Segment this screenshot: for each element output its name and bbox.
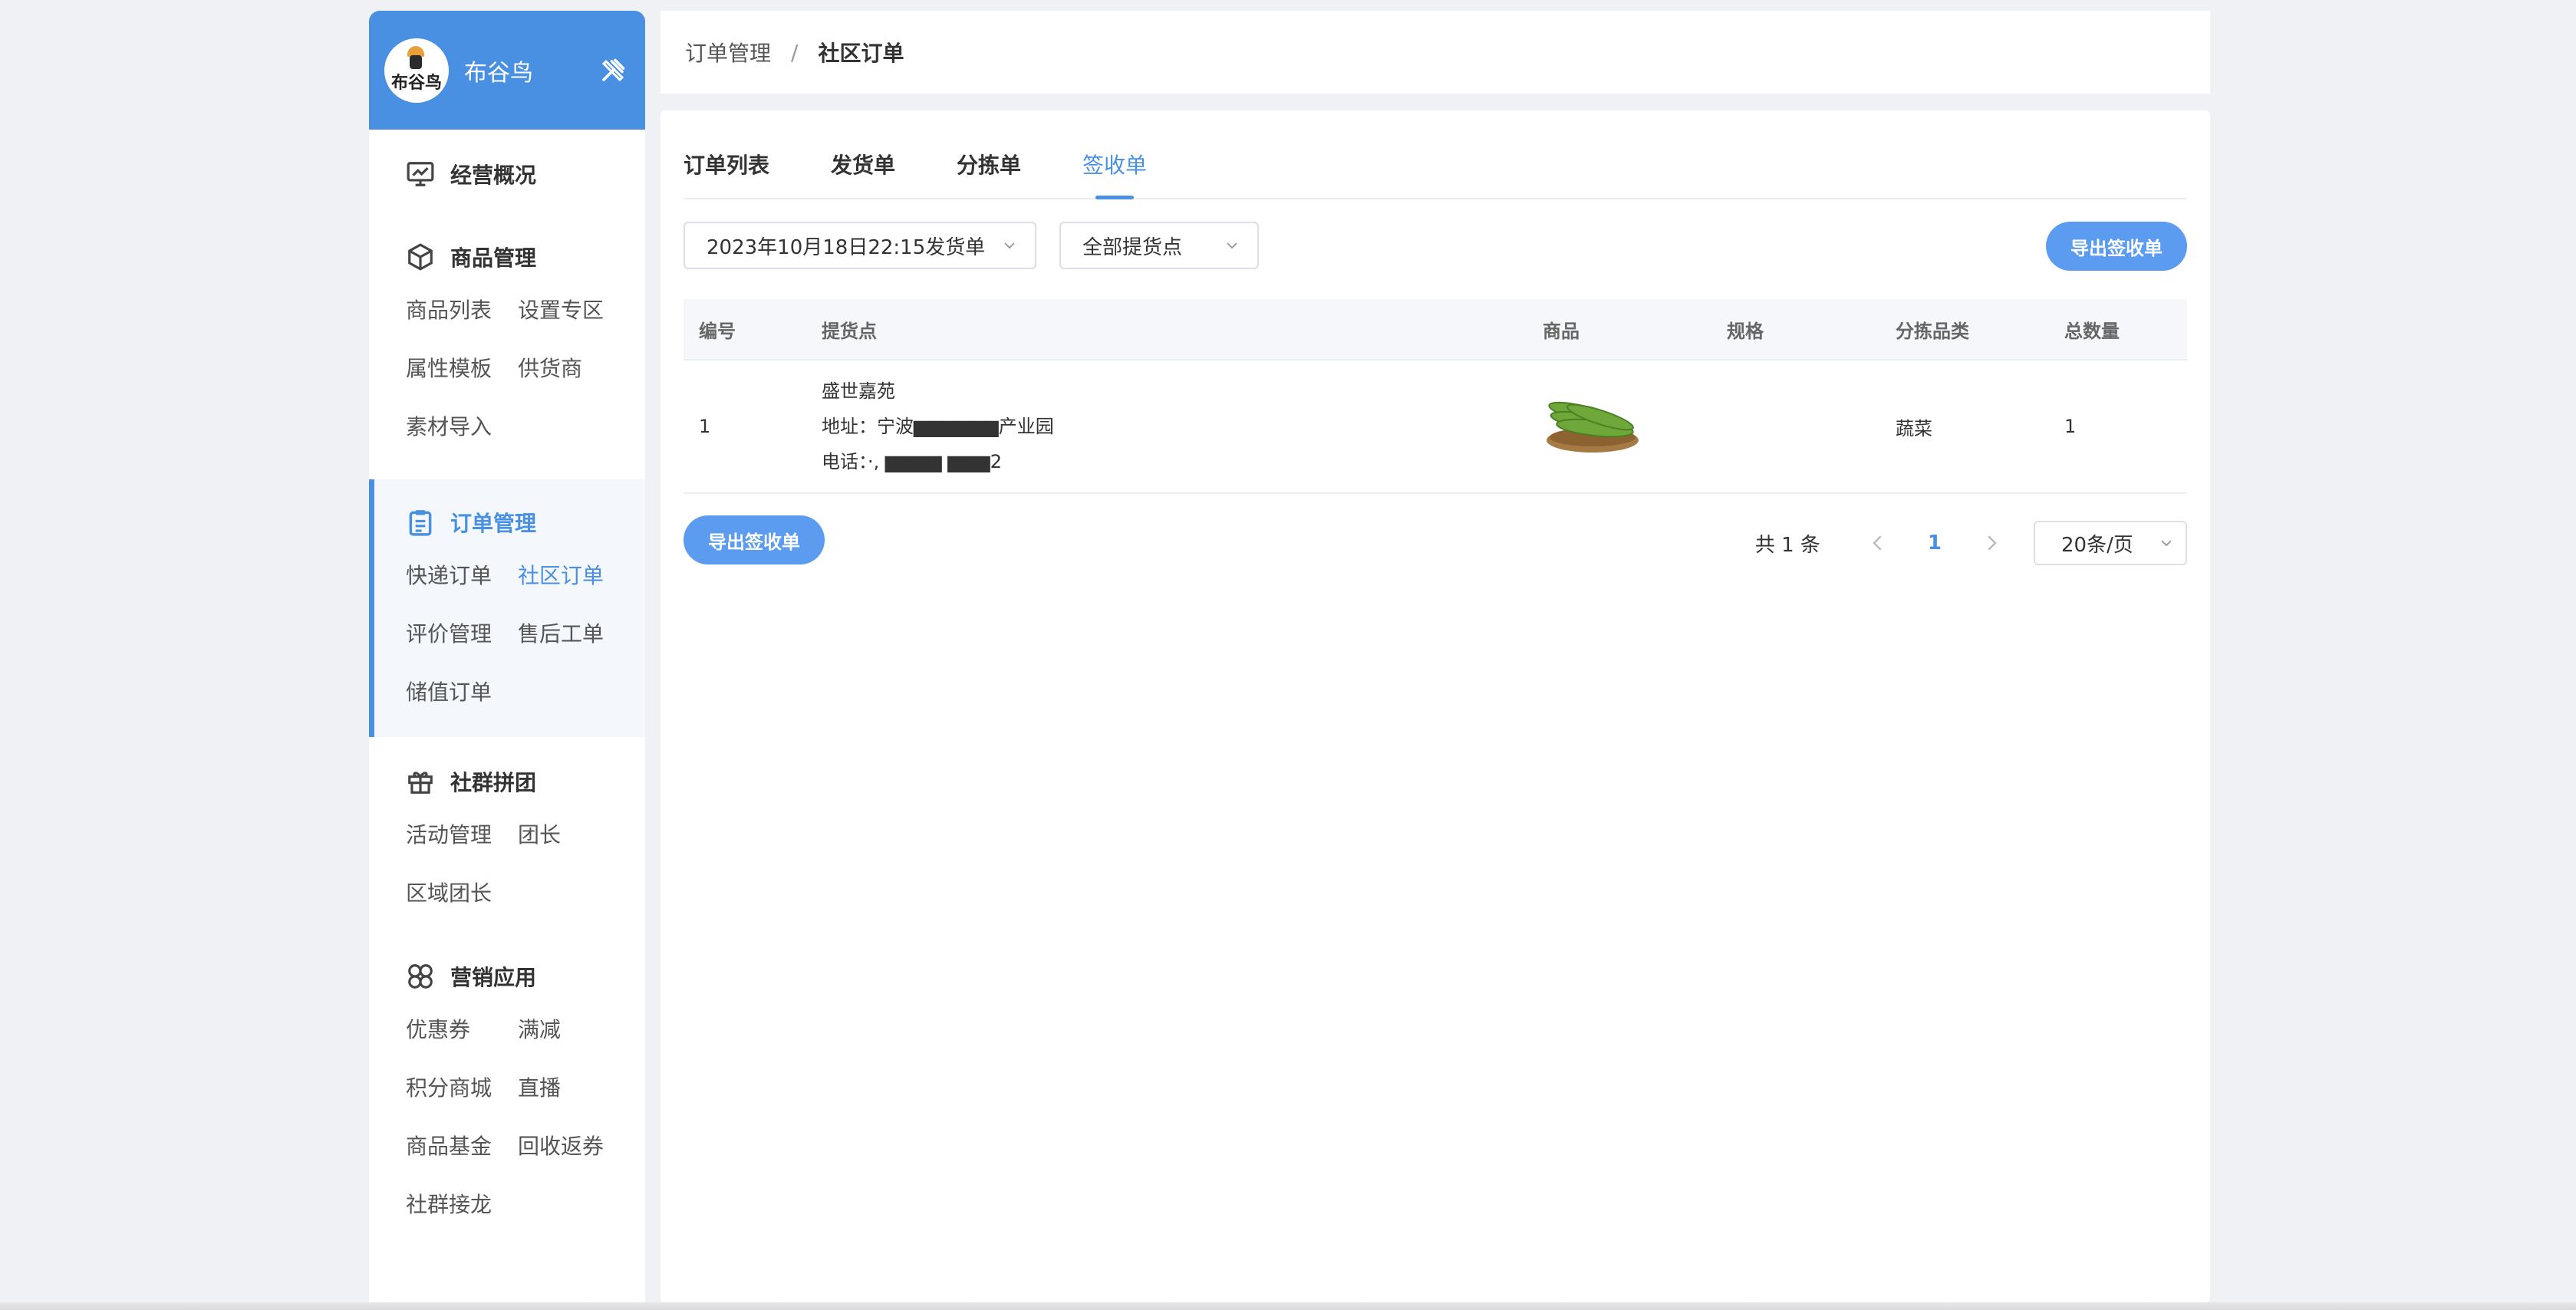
left-background bbox=[0, 0, 369, 1310]
shipment-select[interactable]: 2023年10月18日22:15发货单 bbox=[684, 222, 1036, 269]
pickup-phone: 电话：·, ▆▆▆▆ ▆▆▆2 bbox=[822, 451, 1002, 472]
clipboard-icon bbox=[409, 510, 432, 536]
chevron-down-icon bbox=[1227, 242, 1237, 249]
header-pickup: 提货点 bbox=[822, 320, 877, 342]
tools-icon[interactable] bbox=[599, 57, 627, 84]
header-product: 商品 bbox=[1543, 320, 1580, 342]
receipt-table: 编号 提货点 商品 规格 分拣品类 总数量 1 盛世嘉苑 地址：宁波▆▆▆▆▆▆… bbox=[684, 299, 2187, 494]
breadcrumb: 订单管理 / 社区订单 bbox=[660, 11, 2210, 94]
sidebar-item-full-reduction[interactable]: 满减 bbox=[518, 1001, 630, 1059]
sidebar-group-orders: 订单管理 快递订单 社区订单 评价管理 售后工单 储值订单 bbox=[369, 479, 645, 737]
pagination-current-page[interactable]: 1 bbox=[1928, 532, 1942, 555]
sidebar-item-product-list[interactable]: 商品列表 bbox=[406, 281, 518, 340]
sidebar-group-label: 商品管理 bbox=[450, 245, 537, 271]
header-category: 分拣品类 bbox=[1896, 320, 1969, 342]
page-size-select[interactable]: 20条/页 bbox=[2034, 521, 2187, 565]
sidebar-header: 布谷鸟 布谷鸟 bbox=[369, 11, 645, 130]
sidebar-group-marketing: 营销应用 优惠券 满减 积分商城 直播 商品基金 回收返券 社群接龙 bbox=[369, 932, 645, 1243]
table-header: 编号 提货点 商品 规格 分拣品类 总数量 bbox=[684, 299, 2187, 360]
sidebar-group-label: 社群拼团 bbox=[450, 770, 537, 795]
table-row: 1 盛世嘉苑 地址：宁波▆▆▆▆▆▆产业园 电话：·, ▆▆▆▆ ▆▆▆2 蔬菜… bbox=[684, 360, 2187, 494]
clover-icon bbox=[408, 964, 433, 989]
sidebar-item-supplier[interactable]: 供货商 bbox=[518, 340, 630, 398]
sidebar-item-product-fund[interactable]: 商品基金 bbox=[406, 1117, 518, 1176]
logo-text: 布谷鸟 bbox=[390, 73, 442, 93]
sidebar-group-label: 订单管理 bbox=[450, 511, 537, 536]
sidebar-item-recycle-coupon[interactable]: 回收返券 bbox=[518, 1117, 630, 1176]
pickup-point-select-value: 全部提货点 bbox=[1082, 235, 1183, 259]
export-receipt-button-bottom[interactable]: 导出签收单 bbox=[684, 515, 825, 564]
chevron-right-icon[interactable] bbox=[1980, 532, 2003, 555]
pickup-point-select[interactable]: 全部提货点 bbox=[1059, 222, 1259, 269]
header-no: 编号 bbox=[699, 320, 736, 342]
brand-logo[interactable]: 布谷鸟 bbox=[384, 38, 449, 103]
sidebar-item-live[interactable]: 直播 bbox=[518, 1059, 630, 1117]
sidebar-item-review-management[interactable]: 评价管理 bbox=[406, 605, 518, 663]
brand-name: 布谷鸟 bbox=[464, 59, 533, 87]
sidebar-group-title-products[interactable]: 商品管理 bbox=[369, 232, 645, 281]
breadcrumb-current: 社区订单 bbox=[818, 41, 904, 66]
sidebar-item-community-orders[interactable]: 社区订单 bbox=[518, 547, 630, 605]
sidebar-item-stored-value-orders[interactable]: 储值订单 bbox=[406, 663, 518, 722]
box-icon bbox=[408, 243, 433, 271]
cell-pickup: 盛世嘉苑 地址：宁波▆▆▆▆▆▆产业园 电话：·, ▆▆▆▆ ▆▆▆2 bbox=[806, 374, 1527, 479]
chevron-left-icon[interactable] bbox=[1866, 532, 1889, 555]
sidebar-item-special-zone[interactable]: 设置专区 bbox=[518, 281, 630, 340]
page-size-value: 20条/页 bbox=[2061, 533, 2133, 557]
cell-product bbox=[1527, 390, 1711, 463]
sidebar-group-label: 营销应用 bbox=[450, 965, 537, 990]
cell-no: 1 bbox=[699, 416, 711, 437]
sidebar-group-title-overview[interactable]: 经营概况 bbox=[369, 150, 645, 199]
header-quantity: 总数量 bbox=[2064, 320, 2120, 342]
sidebar-item-group-leader[interactable]: 团长 bbox=[518, 806, 630, 864]
sidebar-group-label: 经营概况 bbox=[450, 163, 537, 188]
gift-icon bbox=[408, 772, 433, 794]
sidebar-group-overview: 经营概况 bbox=[369, 130, 645, 214]
sidebar-item-attribute-template[interactable]: 属性模板 bbox=[406, 340, 518, 398]
tab-shipping-list[interactable]: 发货单 bbox=[831, 150, 895, 198]
sidebar-group-community-group-buy: 社群拼团 活动管理 团长 区域团长 bbox=[369, 737, 645, 932]
pickup-address: 地址：宁波▆▆▆▆▆▆产业园 bbox=[822, 416, 1054, 437]
sidebar-item-material-import[interactable]: 素材导入 bbox=[406, 398, 518, 456]
tab-order-list[interactable]: 订单列表 bbox=[684, 150, 769, 198]
sidebar-group-products: 商品管理 商品列表 设置专区 属性模板 供货商 素材导入 bbox=[369, 214, 645, 466]
sidebar-item-regional-leader[interactable]: 区域团长 bbox=[406, 864, 518, 923]
bottom-edge bbox=[0, 1302, 2576, 1310]
chevron-down-icon bbox=[1004, 242, 1015, 249]
sidebar-item-coupons[interactable]: 优惠券 bbox=[406, 1001, 518, 1059]
pickup-name: 盛世嘉苑 bbox=[822, 380, 895, 402]
pagination: 共 1 条 1 20条/页 bbox=[1755, 520, 2187, 566]
filter-bar: 2023年10月18日22:15发货单 全部提货点 导出签收单 bbox=[684, 222, 2187, 271]
sidebar-item-express-orders[interactable]: 快递订单 bbox=[406, 547, 518, 605]
cell-category: 蔬菜 bbox=[1896, 417, 1932, 439]
sidebar-item-after-sales[interactable]: 售后工单 bbox=[518, 605, 630, 663]
export-receipt-button-top[interactable]: 导出签收单 bbox=[2046, 222, 2187, 271]
header-spec: 规格 bbox=[1727, 320, 1764, 342]
sidebar: 布谷鸟 布谷鸟 经营概况 商品管理 商品列表 设置专区 属性模板 供货商 素材导… bbox=[369, 11, 645, 1303]
tab-receipt-list[interactable]: 签收单 bbox=[1082, 150, 1147, 199]
pagination-total: 共 1 条 bbox=[1754, 533, 1820, 557]
cell-quantity: 1 bbox=[2064, 416, 2077, 437]
sidebar-item-points-mall[interactable]: 积分商城 bbox=[406, 1059, 518, 1117]
shipment-select-value: 2023年10月18日22:15发货单 bbox=[707, 235, 986, 259]
sidebar-item-activity-management[interactable]: 活动管理 bbox=[406, 806, 518, 864]
sidebar-item-group-relay[interactable]: 社群接龙 bbox=[406, 1176, 518, 1234]
sidebar-group-title-community[interactable]: 社群拼团 bbox=[369, 757, 645, 806]
sidebar-group-title-orders[interactable]: 订单管理 bbox=[369, 498, 645, 547]
tab-sorting-list[interactable]: 分拣单 bbox=[957, 150, 1021, 198]
monitor-chart-icon bbox=[407, 162, 434, 186]
chevron-down-icon bbox=[2161, 540, 2172, 547]
tab-bar: 订单列表 发货单 分拣单 签收单 bbox=[684, 150, 2187, 199]
main-panel: 订单列表 发货单 分拣单 签收单 2023年10月18日22:15发货单 全部提… bbox=[660, 110, 2210, 1303]
sidebar-group-title-marketing[interactable]: 营销应用 bbox=[369, 952, 645, 1001]
breadcrumb-separator: / bbox=[791, 39, 799, 65]
logo-figure bbox=[410, 54, 422, 69]
breadcrumb-parent[interactable]: 订单管理 bbox=[685, 37, 771, 67]
cucumber-image[interactable] bbox=[1543, 390, 1642, 459]
